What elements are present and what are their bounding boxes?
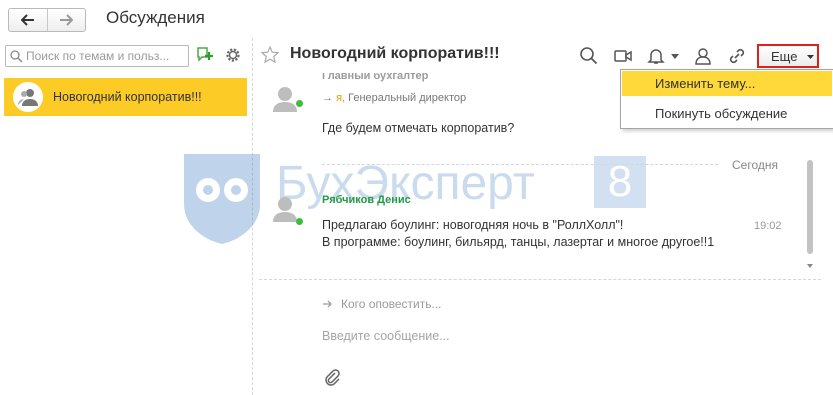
chat-title: Новогодний корпоратив!!! [290, 45, 500, 62]
link-icon[interactable] [727, 46, 747, 66]
more-button[interactable]: Еще [757, 44, 819, 68]
arrow-left-icon [20, 14, 34, 26]
date-separator-line [322, 164, 718, 165]
sidebar-item-label: Новогодний корпоратив!!! [53, 90, 202, 104]
sidebar-item-discussion[interactable]: Новогодний корпоратив!!! [4, 78, 247, 116]
message-text: В программе: боулинг, бильярд, танцы, ла… [322, 235, 715, 249]
owl-logo-icon [184, 154, 260, 244]
message-recipients: → я, Генеральный директор [322, 92, 467, 104]
menu-item-leave[interactable]: Покинуть обсуждение [622, 101, 832, 126]
paperclip-icon[interactable] [323, 368, 341, 386]
person-icon [273, 197, 297, 222]
message-time: 19:02 [754, 220, 782, 232]
window-title: Обсуждения [106, 8, 205, 27]
message-author: Главный бухгалтер [322, 73, 429, 82]
search-input[interactable] [26, 49, 186, 63]
more-menu: Изменить тему... Покинуть обсуждение [620, 69, 833, 129]
menu-item-change-topic[interactable]: Изменить тему... [622, 71, 832, 96]
back-button[interactable] [9, 9, 48, 31]
scroll-thumb[interactable] [807, 160, 813, 254]
message-text: Предлагаю боулинг: новогодняя ночь в "Ро… [322, 218, 624, 232]
avatar [13, 82, 43, 112]
compose-divider [259, 279, 821, 280]
arrow-right-icon [60, 14, 74, 26]
message-input[interactable]: Введите сообщение... [322, 329, 450, 343]
arrow-right-icon [323, 300, 332, 308]
video-call-icon[interactable] [613, 46, 633, 66]
bell-icon[interactable] [646, 46, 666, 66]
message-text: Где будем отмечать корпоратив? [322, 121, 515, 135]
new-discussion-icon[interactable] [196, 46, 214, 64]
forward-button[interactable] [48, 9, 86, 31]
online-indicator [296, 218, 303, 225]
notify-placeholder: Кого оповестить... [341, 297, 442, 311]
chevron-down-icon [807, 55, 814, 59]
search-box[interactable] [5, 45, 189, 67]
message-author: Рябчиков Денис [322, 194, 411, 206]
date-separator: Сегодня [732, 158, 778, 172]
notify-field[interactable]: Кого оповестить... [323, 297, 442, 311]
chevron-down-icon[interactable] [671, 54, 679, 59]
search-icon[interactable] [579, 46, 599, 66]
search-icon [10, 50, 23, 63]
scroll-down-icon[interactable] [807, 264, 813, 268]
online-indicator [296, 100, 303, 107]
star-icon[interactable] [261, 46, 279, 64]
participants-icon[interactable] [693, 46, 713, 66]
person-icon [273, 87, 297, 112]
nav-buttons [8, 8, 86, 32]
more-button-label: Еще [771, 49, 798, 64]
gear-icon[interactable] [224, 46, 242, 64]
group-icon [18, 89, 38, 106]
